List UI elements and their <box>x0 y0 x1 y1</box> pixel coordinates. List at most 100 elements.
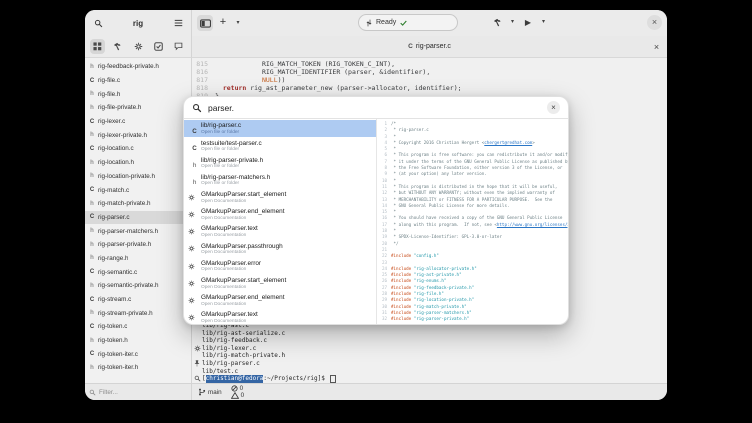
hamburger-menu-icon[interactable] <box>170 15 186 31</box>
file-row[interactable]: hrig-file.h <box>85 87 191 101</box>
code-token: return <box>223 84 246 92</box>
file-row[interactable]: Crig-location.c <box>85 142 191 156</box>
terminal-panel[interactable]: lib/rig-ast.clib/rig-ast-serialize.clib/… <box>192 322 667 384</box>
file-name: rig-location-private.h <box>98 173 155 180</box>
search-result-row[interactable]: GMarkupParser.errorOpen Documentation <box>184 258 376 275</box>
file-row[interactable]: Crig-stream.c <box>85 293 191 307</box>
search-result-row[interactable]: hlib/rig-parser-matchers.hOpen file or f… <box>184 172 376 189</box>
branch-name: main <box>208 389 222 396</box>
files-tree-icon[interactable] <box>90 39 105 54</box>
branch-indicator[interactable]: main <box>198 388 222 396</box>
documentation-gear-icon <box>188 211 201 218</box>
search-result-row[interactable]: Clib/rig-parser.cOpen file or folder <box>184 120 376 137</box>
comment-text: * (at your option) any later version. <box>391 171 487 177</box>
file-name: rig-token-iter.c <box>98 351 138 358</box>
result-subtitle: Open Documentation <box>201 199 374 204</box>
filter-input[interactable]: Filter... <box>85 384 192 400</box>
tab-bar: C rig-parser.c × <box>192 36 667 58</box>
diagnostics-indicator[interactable]: 0 0 <box>231 385 245 399</box>
comment-text: > <box>532 140 535 146</box>
result-title: GMarkupParser.text <box>201 311 374 318</box>
file-name: rig-match.c <box>98 187 129 194</box>
result-texts: GMarkupParser.start_elementOpen Document… <box>201 277 374 290</box>
file-row[interactable]: hrig-stream-private.h <box>85 306 191 320</box>
documentation-gear-icon <box>188 263 201 270</box>
file-row[interactable]: hrig-parser-private.h <box>85 238 191 252</box>
hyperlink[interactable]: http://www.gnu.org/licenses/ <box>497 222 568 228</box>
search-result-row[interactable]: Ctestsuite/test-parser.cOpen file or fol… <box>184 137 376 154</box>
file-row[interactable]: hrig-feedback-private.h <box>85 60 191 74</box>
new-page-dropdown[interactable]: ▾ <box>233 15 243 31</box>
search-icon <box>192 103 202 113</box>
file-name: rig-semantic.c <box>98 269 137 276</box>
file-row[interactable]: hrig-range.h <box>85 252 191 266</box>
terminal-row: lib/rig-match-private.h <box>192 352 667 360</box>
code-token: RIG_MATCH_IDENTIFIER (parser, &identifie… <box>215 68 430 76</box>
build-dropdown[interactable]: ▾ <box>508 14 517 30</box>
file-name: rig-file-private.h <box>98 104 141 111</box>
file-row[interactable]: hrig-semantic-private.h <box>85 279 191 293</box>
terminal-row: lib/rig-parser.c <box>192 360 667 368</box>
file-row[interactable]: hrig-location-private.h <box>85 170 191 184</box>
chevron-down-icon: ▾ <box>236 20 239 26</box>
chevron-down-icon: ▾ <box>542 19 545 25</box>
build-targets-icon[interactable] <box>110 39 125 54</box>
file-row[interactable]: Crig-token-iter.c <box>85 347 191 361</box>
build-status-label: Ready <box>376 19 396 26</box>
checkmark-icon <box>400 20 407 26</box>
debug-gear-icon[interactable] <box>131 39 146 54</box>
run-dropdown[interactable]: ▾ <box>539 14 548 30</box>
search-icon[interactable] <box>90 15 106 31</box>
file-row[interactable]: hrig-token-iter.h <box>85 361 191 375</box>
file-row[interactable]: hrig-location.h <box>85 156 191 170</box>
window-close-button[interactable]: × <box>647 15 662 30</box>
file-name: rig-token.h <box>98 337 128 344</box>
omnibar[interactable]: Ready <box>358 14 458 31</box>
result-title: lib/rig-parser.c <box>201 122 374 129</box>
search-result-row[interactable]: GMarkupParser.start_elementOpen Document… <box>184 189 376 206</box>
panel-toggle-icon[interactable] <box>197 15 213 31</box>
log-chat-icon[interactable] <box>171 39 186 54</box>
popup-close-button[interactable]: × <box>547 101 560 114</box>
file-row[interactable]: hrig-lexer-private.h <box>85 128 191 142</box>
search-input[interactable]: parser. <box>208 103 541 113</box>
result-texts: GMarkupParser.textOpen Documentation <box>201 225 374 238</box>
file-row[interactable]: hrig-file-private.h <box>85 101 191 115</box>
file-row[interactable]: Crig-lexer.c <box>85 115 191 129</box>
result-subtitle: Open Documentation <box>201 250 374 255</box>
file-type-badge: C <box>88 214 96 220</box>
tests-checkbox-icon[interactable] <box>151 39 166 54</box>
file-row[interactable]: hrig-match-private.h <box>85 197 191 211</box>
preview-line: 32#include "rig-parser-private.h" <box>377 316 568 322</box>
hyperlink[interactable]: chergert@redhat.com <box>484 140 532 146</box>
file-row[interactable]: hrig-token.h <box>85 334 191 348</box>
file-row[interactable]: Crig-match.c <box>85 183 191 197</box>
file-type-badge: h <box>88 242 96 248</box>
file-type-badge: h <box>88 365 96 371</box>
terminal-text: lib/rig-ast-serialize.c <box>202 330 285 338</box>
file-type-badge: h <box>88 338 96 344</box>
terminal-prompt-row[interactable]: [christian@fedora:~/Projects/rig]$ <box>192 375 667 383</box>
file-row[interactable]: hrig-parser-matchers.h <box>85 224 191 238</box>
run-play-icon[interactable]: ▶ <box>520 14 536 30</box>
tab-close-button[interactable]: × <box>650 40 663 53</box>
search-result-row[interactable]: GMarkupParser.textOpen Documentation <box>184 223 376 240</box>
file-row[interactable]: Crig-token.c <box>85 320 191 334</box>
search-result-row[interactable]: GMarkupParser.textOpen Documentation <box>184 309 376 324</box>
search-result-row[interactable]: GMarkupParser.passthroughOpen Documentat… <box>184 240 376 257</box>
tab-label[interactable]: rig-parser.c <box>416 43 451 50</box>
search-result-row[interactable]: GMarkupParser.start_elementOpen Document… <box>184 275 376 292</box>
build-hammer-icon[interactable] <box>489 14 505 30</box>
result-subtitle: Open Documentation <box>201 216 374 221</box>
code-line: 816 RIG_MATCH_IDENTIFIER (parser, &ident… <box>192 68 667 76</box>
file-name: rig-location.h <box>98 159 134 166</box>
file-row[interactable]: Crig-file.c <box>85 74 191 88</box>
new-page-button[interactable]: + <box>215 15 231 31</box>
file-row[interactable]: Crig-semantic.c <box>85 265 191 279</box>
search-result-row[interactable]: GMarkupParser.end_elementOpen Documentat… <box>184 206 376 223</box>
file-tree: hrig-feedback-private.hCrig-file.chrig-f… <box>85 58 192 384</box>
search-result-row[interactable]: hlib/rig-parser-private.hOpen file or fo… <box>184 154 376 171</box>
file-type-badge: h <box>88 91 96 97</box>
file-row[interactable]: Crig-parser.c <box>85 211 191 225</box>
search-result-row[interactable]: GMarkupParser.end_elementOpen Documentat… <box>184 292 376 309</box>
